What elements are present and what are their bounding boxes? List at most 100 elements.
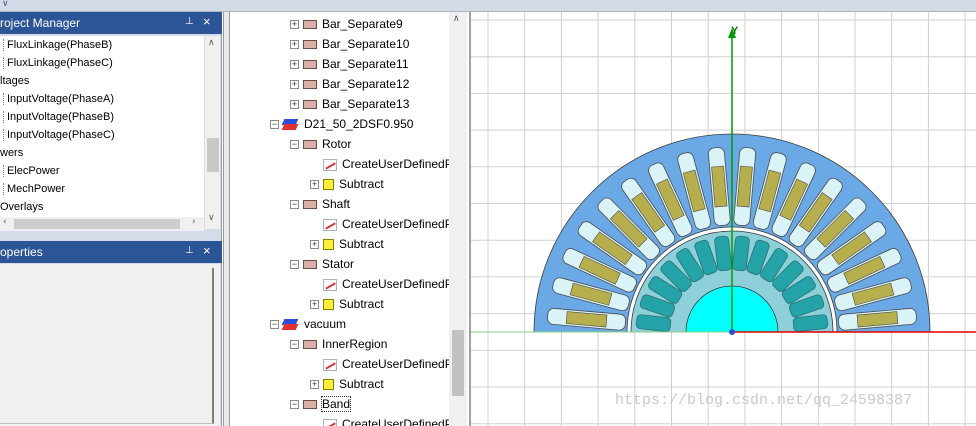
expand-icon[interactable]: + — [310, 180, 319, 190]
tree-node[interactable]: CreateUserDefinedPart — [310, 354, 467, 374]
object-box-icon — [303, 400, 317, 410]
tree-node-label: vacuum — [304, 317, 347, 331]
project-manager-vertical-scrollbar[interactable]: ∧ ∨ — [204, 36, 220, 229]
tree-node[interactable]: + Bar_Separate12 — [290, 74, 409, 94]
object-box-icon — [303, 100, 317, 110]
user-defined-part-icon — [323, 218, 337, 231]
project-manager-list: FluxLinkage(PhaseB) FluxLinkage(PhaseC) lt… — [0, 36, 204, 229]
object-box-icon — [303, 340, 317, 350]
object-box-icon — [303, 40, 317, 50]
tree-node[interactable]: + Bar_Separate10 — [290, 34, 409, 54]
tree-node[interactable]: + Subtract — [310, 174, 384, 194]
scrollbar-thumb[interactable] — [452, 330, 464, 396]
tree-node-label: Bar_Separate12 — [322, 77, 410, 91]
tree-node[interactable]: − InnerRegion — [290, 334, 387, 354]
tree-node[interactable]: − Rotor — [290, 134, 351, 154]
tree-node[interactable]: CreateUserDefinedPart — [310, 274, 467, 294]
tree-node[interactable]: − D21_50_2DSF0.950 — [270, 114, 413, 134]
tree-node-label: InnerRegion — [322, 337, 388, 351]
project-manager-item[interactable]: wers — [0, 144, 23, 162]
tree-node-label: Bar_Separate9 — [322, 17, 403, 31]
material-group-icon — [283, 319, 299, 330]
close-icon[interactable]: × — [203, 14, 211, 29]
tree-node-label: Subtract — [339, 237, 384, 251]
scroll-up-arrow-icon[interactable]: ∧ — [453, 14, 460, 24]
expand-icon[interactable]: + — [290, 20, 299, 30]
tree-node-label: Subtract — [339, 177, 384, 191]
expand-icon[interactable]: + — [310, 240, 319, 250]
tree-node-label: Stator — [322, 257, 355, 271]
project-manager-item[interactable]: MechPower — [0, 180, 65, 198]
tree-node-label: Rotor — [322, 137, 352, 151]
project-manager-item[interactable]: ElecPower — [0, 162, 60, 180]
project-manager-item[interactable]: InputVoltage(PhaseC) — [0, 126, 115, 144]
tree-node[interactable]: + Subtract — [310, 294, 384, 314]
tree-node[interactable]: CreateUserDefinedPart — [310, 414, 467, 426]
subtract-operation-icon — [323, 239, 334, 251]
project-manager-header: roject Manager ⊥ × — [0, 12, 222, 34]
tree-node[interactable]: − vacuum — [270, 314, 346, 334]
collapse-icon[interactable]: − — [290, 260, 299, 270]
tree-node-label: Subtract — [339, 297, 384, 311]
collapse-icon[interactable]: − — [290, 200, 299, 210]
collapse-icon[interactable]: − — [290, 140, 299, 150]
project-manager-item[interactable]: ltages — [0, 72, 29, 90]
origin-marker-icon — [729, 329, 735, 335]
project-manager-item[interactable]: FluxLinkage(PhaseC) — [0, 54, 113, 72]
chevron-down-icon[interactable]: ∨ — [2, 0, 9, 9]
tree-node[interactable]: − Band — [290, 394, 352, 414]
splitter-gutter[interactable] — [224, 12, 230, 426]
pin-icon[interactable]: ⊥ — [185, 245, 194, 256]
project-manager-item[interactable]: InputVoltage(PhaseA) — [0, 90, 114, 108]
watermark-text: https://blog.csdn.net/qq_24598387 — [615, 392, 913, 409]
scrollbar-thumb[interactable] — [207, 138, 219, 172]
collapse-icon[interactable]: − — [270, 120, 279, 130]
scroll-down-arrow-icon[interactable]: ∨ — [208, 213, 215, 223]
modeler-3d-viewport[interactable]: Y https://blog.csdn.net/qq_24598387 — [469, 12, 976, 426]
project-manager-item[interactable]: InputVoltage(PhaseB) — [0, 108, 114, 126]
tree-node[interactable]: − Shaft — [290, 194, 350, 214]
collapse-icon[interactable]: − — [270, 320, 279, 330]
expand-icon[interactable]: + — [310, 300, 319, 310]
project-manager-item[interactable]: FluxLinkage(PhaseB) — [0, 36, 112, 54]
tree-node[interactable]: CreateUserDefinedPart — [310, 154, 467, 174]
model-tree-panel: + Bar_Separate9 + Bar_Separate10 + Bar_Separa… — [223, 12, 467, 426]
scrollbar-thumb[interactable] — [14, 219, 180, 229]
left-docking-column: roject Manager ⊥ × FluxLinkage(PhaseB) Fl… — [0, 12, 222, 426]
project-manager-title: roject Manager — [0, 16, 81, 30]
object-box-icon — [303, 80, 317, 90]
object-box-icon — [303, 260, 317, 270]
tree-node[interactable]: + Bar_Separate13 — [290, 94, 409, 114]
tree-node[interactable]: + Subtract — [310, 234, 384, 254]
model-tree-vertical-scrollbar[interactable]: ∧ — [449, 12, 467, 426]
tree-node-label: Bar_Separate13 — [322, 97, 410, 111]
object-box-icon — [303, 140, 317, 150]
tree-node[interactable]: + Bar_Separate9 — [290, 14, 403, 34]
tree-node[interactable]: CreateUserDefinedPart — [310, 214, 467, 234]
expand-icon[interactable]: + — [290, 60, 299, 70]
user-defined-part-icon — [323, 278, 337, 291]
expand-icon[interactable]: + — [290, 40, 299, 50]
close-icon[interactable]: × — [203, 243, 211, 258]
project-manager-horizontal-scrollbar[interactable]: ‹ › — [0, 217, 204, 231]
top-toolbar-strip: ∨ — [0, 0, 976, 12]
expand-icon[interactable]: + — [290, 100, 299, 110]
expand-icon[interactable]: + — [290, 80, 299, 90]
scroll-left-arrow-icon[interactable]: ‹ — [3, 217, 7, 227]
pin-icon[interactable]: ⊥ — [185, 16, 194, 27]
y-axis-label: Y — [731, 25, 739, 37]
subtract-operation-icon — [323, 379, 334, 391]
project-manager-item[interactable]: Overlays — [0, 198, 43, 216]
viewport-canvas[interactable] — [471, 12, 976, 426]
tree-node[interactable]: + Bar_Separate11 — [290, 54, 409, 74]
tree-node[interactable]: + Subtract — [310, 374, 384, 394]
collapse-icon[interactable]: − — [290, 400, 299, 410]
tree-node-label: D21_50_2DSF0.950 — [304, 117, 414, 131]
expand-icon[interactable]: + — [310, 380, 319, 390]
tree-node-label: Subtract — [339, 377, 384, 391]
scroll-right-arrow-icon[interactable]: › — [192, 217, 196, 227]
collapse-icon[interactable]: − — [290, 340, 299, 350]
scroll-up-arrow-icon[interactable]: ∧ — [208, 38, 215, 48]
tree-node[interactable]: − Stator — [290, 254, 354, 274]
user-defined-part-icon — [323, 158, 337, 171]
